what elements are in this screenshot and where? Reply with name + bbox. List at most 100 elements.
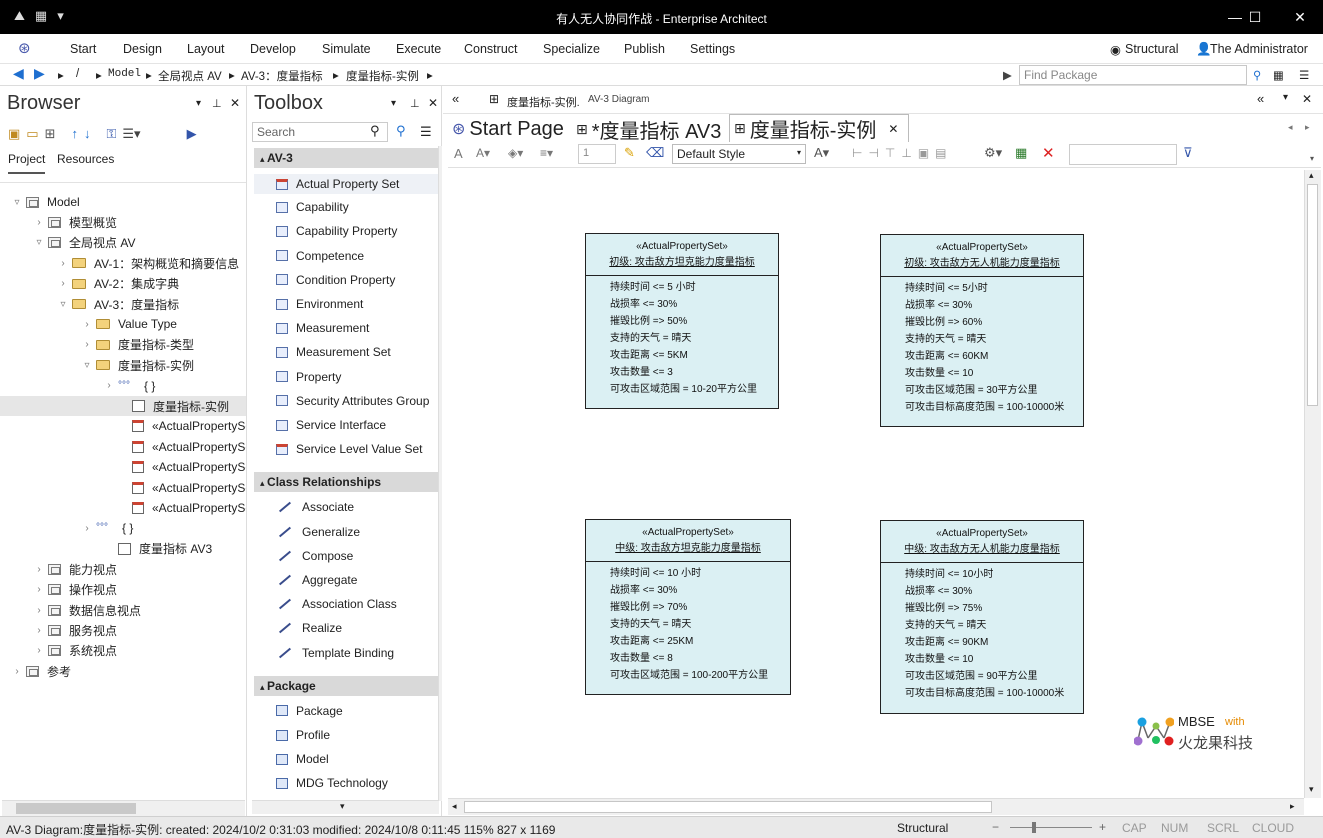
expand-icon[interactable]: › (34, 605, 44, 616)
expand-icon[interactable]: › (82, 523, 92, 534)
crumb-av3[interactable]: AV-3：度量指标 (241, 68, 323, 84)
tree-node[interactable]: 度量指标 AV3 (104, 539, 212, 559)
maximize-button[interactable]: ☐ (1235, 6, 1275, 28)
toolbox-item[interactable]: Generalize (276, 525, 360, 539)
new-diagram-icon[interactable]: ⊞ (45, 126, 56, 142)
tab-start-page[interactable]: ⊛ Start Page (448, 116, 568, 142)
tab-scroll-left-icon[interactable]: ◂ (1288, 122, 1293, 133)
tree-node[interactable]: › 参考 (12, 661, 71, 681)
tree-node[interactable]: ▿ Model (12, 192, 79, 212)
diagram-canvas[interactable]: «ActualPropertySet» 初级: 攻击敌方坦克能力度量指标 持续时间 … (450, 170, 1303, 798)
menu-execute[interactable]: Execute (396, 42, 441, 56)
horizontal-scrollbar[interactable] (2, 800, 245, 816)
tab-av3-diagram[interactable]: ⊞ *度量指标 AV3 (572, 116, 725, 143)
menu-settings[interactable]: Settings (690, 42, 735, 56)
toolbox-item[interactable]: Measurement (276, 321, 369, 335)
expand-icon[interactable]: › (34, 217, 44, 228)
align-icons[interactable]: ⊢⊣⊤⊥▣▤ (852, 146, 953, 160)
actual-property-set-element[interactable]: «ActualPropertySet» 中级: 攻击敌方无人机能力度量指标 持续时间… (880, 520, 1084, 714)
toolbox-item[interactable]: Condition Property (276, 273, 395, 287)
perspective-selector[interactable]: Structural (1125, 42, 1179, 56)
section-collapse-icon[interactable]: ▴ (260, 682, 267, 692)
toolbox-item[interactable]: Compose (276, 549, 353, 563)
tree-node[interactable]: › AV-1：架构概览和摘要信息 (58, 253, 239, 273)
tree-node[interactable]: «ActualPropertySet (118, 437, 246, 457)
panel-dropdown-icon[interactable]: ▾ (391, 98, 396, 109)
tab-close-icon[interactable]: ✕ (888, 122, 898, 136)
back-icon[interactable]: ◀ (13, 65, 24, 82)
delete-icon[interactable]: ✕ (1042, 144, 1055, 162)
tree-node[interactable]: › °°° { } (104, 376, 155, 396)
expand-icon[interactable]: › (82, 339, 92, 350)
expand-icon[interactable]: › (34, 625, 44, 636)
menu-icon[interactable]: ☰ (1299, 68, 1309, 82)
toolbox-item[interactable]: Competence (276, 249, 364, 263)
forward-icon[interactable]: ▶ (34, 65, 45, 82)
filter-icon[interactable]: ⊽ (1183, 145, 1193, 161)
collapse-right-icon[interactable]: « (1257, 91, 1264, 106)
toolbox-section-header[interactable]: ▴ Package (254, 675, 438, 696)
menu-specialize[interactable]: Specialize (543, 42, 600, 56)
pin-icon[interactable]: ⊥ (212, 97, 222, 110)
eraser-icon[interactable]: ⌫ (646, 145, 664, 161)
expand-icon[interactable]: › (82, 319, 92, 330)
tree-node[interactable]: › 能力视点 (34, 559, 117, 579)
canvas-vertical-scrollbar[interactable]: ▴ ▾ (1304, 170, 1321, 798)
tree-node[interactable]: › AV-2：集成字典 (58, 274, 179, 294)
scroll-up-icon[interactable]: ▴ (1309, 170, 1314, 181)
scroll-thumb[interactable] (16, 803, 136, 814)
tree-node[interactable]: ▿ AV-3：度量指标 (58, 294, 179, 314)
actual-property-set-element[interactable]: «ActualPropertySet» 中级: 攻击敌方坦克能力度量指标 持续时间 … (585, 519, 791, 695)
browser-menu-icon[interactable]: ☰▾ (122, 126, 140, 142)
tree-node[interactable]: ▿ 全局视点 AV (34, 233, 135, 253)
expand-icon[interactable]: › (34, 564, 44, 575)
style-select[interactable]: Default Style (672, 144, 806, 164)
toolbox-section-header[interactable]: ▴ AV-3 (254, 148, 438, 168)
expand-icon[interactable]: › (12, 666, 22, 677)
tree-node[interactable]: ▿ 度量指标-实例 (82, 355, 194, 375)
toolbox-item[interactable]: Aggregate (276, 573, 357, 587)
toolbox-item[interactable]: Package (276, 704, 343, 718)
toolbar-search-input[interactable] (1069, 144, 1177, 165)
menu-construct[interactable]: Construct (464, 42, 518, 56)
tree-node[interactable]: › 系统视点 (34, 641, 117, 661)
actual-property-set-element[interactable]: «ActualPropertySet» 初级: 攻击敌方无人机能力度量指标 持续时间… (880, 234, 1084, 427)
section-collapse-icon[interactable]: ▴ (260, 154, 267, 164)
tree-node[interactable]: «ActualPropertySet (118, 416, 246, 436)
zoom-slider-thumb[interactable] (1032, 822, 1036, 833)
layout-icon[interactable]: ⚙▾ (984, 145, 1002, 161)
zoom-out-icon[interactable]: − (992, 820, 999, 834)
toolbox-item[interactable]: Profile (276, 728, 330, 742)
zoom-in-icon[interactable]: + (1099, 820, 1106, 834)
toolbox-item[interactable]: Property (276, 370, 341, 384)
expand-right-icon[interactable]: ▶ (187, 126, 197, 142)
expand-icon[interactable]: › (58, 278, 68, 289)
expand-icon[interactable]: › (34, 584, 44, 595)
scroll-thumb[interactable] (1307, 184, 1318, 406)
toolbox-item[interactable]: Service Interface (276, 418, 386, 432)
tree-node[interactable]: › 度量指标-类型 (82, 335, 194, 355)
options-icon[interactable]: ▦ (1273, 68, 1284, 82)
crumb-model[interactable]: Model (108, 68, 141, 80)
toolbox-item[interactable]: Realize (276, 621, 342, 635)
tab-scroll-right-icon[interactable]: ▸ (1305, 122, 1310, 133)
go-icon[interactable]: ▶ (1003, 68, 1012, 82)
close-button[interactable]: ✕ (1280, 6, 1320, 28)
collapse-icon[interactable]: ▿ (82, 360, 92, 371)
toolbox-menu-icon[interactable]: ☰ (420, 124, 432, 140)
tree-node[interactable]: › °°° { } (82, 518, 133, 538)
menu-develop[interactable]: Develop (250, 42, 296, 56)
style-dropdown-icon[interactable]: ▾ (797, 148, 801, 157)
toolbox-search-input[interactable]: Search (252, 122, 388, 142)
search-icon[interactable]: ⚲ (1253, 68, 1261, 82)
new-package-icon[interactable]: ▣ (8, 126, 20, 142)
ea-logo-icon[interactable]: ⊛ (18, 39, 31, 57)
actual-property-set-element[interactable]: «ActualPropertySet» 初级: 攻击敌方坦克能力度量指标 持续时间 … (585, 233, 779, 409)
toolbox-item[interactable]: Measurement Set (276, 345, 391, 359)
toolbox-scrollbar[interactable] (438, 146, 442, 801)
toolbox-item[interactable]: Associate (276, 500, 354, 514)
menu-design[interactable]: Design (123, 42, 162, 56)
collapse-left-icon[interactable]: « (452, 91, 459, 106)
menu-simulate[interactable]: Simulate (322, 42, 371, 56)
scroll-left-icon[interactable]: ◂ (452, 801, 457, 812)
